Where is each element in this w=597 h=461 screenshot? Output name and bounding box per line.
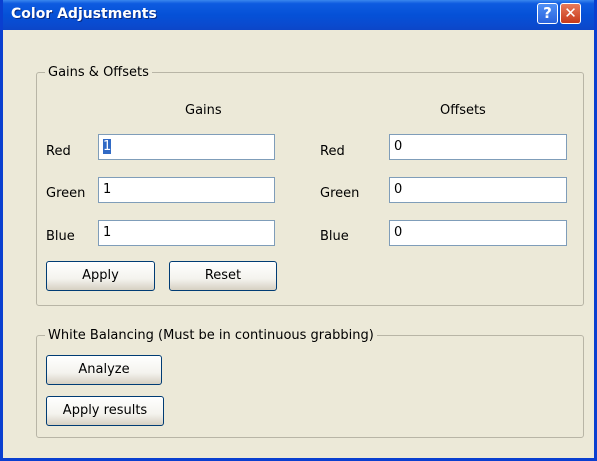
gain-blue-field[interactable]: 1 <box>98 220 275 246</box>
question-mark-icon: ? <box>543 4 552 22</box>
offset-red-value: 0 <box>394 139 403 154</box>
offset-blue-field[interactable]: 0 <box>389 220 567 246</box>
offset-red-label: Red <box>320 144 345 159</box>
gain-red-label: Red <box>46 144 71 159</box>
help-button[interactable]: ? <box>537 3 558 24</box>
gain-blue-value: 1 <box>103 225 112 240</box>
apply-button-label: Apply <box>82 268 119 283</box>
close-button[interactable]: ✕ <box>560 3 581 24</box>
title-bar[interactable]: Color Adjustments ? ✕ <box>3 0 594 30</box>
offset-green-field[interactable]: 0 <box>389 177 567 203</box>
offset-red-field[interactable]: 0 <box>389 134 567 160</box>
apply-results-button[interactable]: Apply results <box>46 396 164 426</box>
gain-red-value: 1 <box>103 139 112 154</box>
gain-red-field[interactable]: 1 <box>98 134 275 160</box>
dialog-title: Color Adjustments <box>11 6 157 22</box>
gain-green-field[interactable]: 1 <box>98 177 275 203</box>
gain-blue-label: Blue <box>46 229 75 244</box>
offset-green-label: Green <box>320 186 360 201</box>
reset-button[interactable]: Reset <box>169 261 277 291</box>
offsets-header: Offsets <box>440 103 486 118</box>
offset-blue-label: Blue <box>320 229 349 244</box>
apply-button[interactable]: Apply <box>46 261 155 291</box>
close-icon: ✕ <box>564 4 577 22</box>
gains-header: Gains <box>185 103 222 118</box>
analyze-button-label: Analyze <box>78 362 130 377</box>
gain-green-value: 1 <box>103 182 112 197</box>
offset-green-value: 0 <box>394 182 403 197</box>
color-adjustments-dialog: Color Adjustments ? ✕ Gains & Offsets Ga… <box>0 0 597 461</box>
analyze-button[interactable]: Analyze <box>46 355 162 385</box>
gain-green-label: Green <box>46 186 86 201</box>
white-balancing-legend: White Balancing (Must be in continuous g… <box>45 328 377 343</box>
reset-button-label: Reset <box>204 268 242 283</box>
gains-offsets-legend: Gains & Offsets <box>45 65 152 80</box>
offset-blue-value: 0 <box>394 225 403 240</box>
apply-results-button-label: Apply results <box>62 403 148 418</box>
